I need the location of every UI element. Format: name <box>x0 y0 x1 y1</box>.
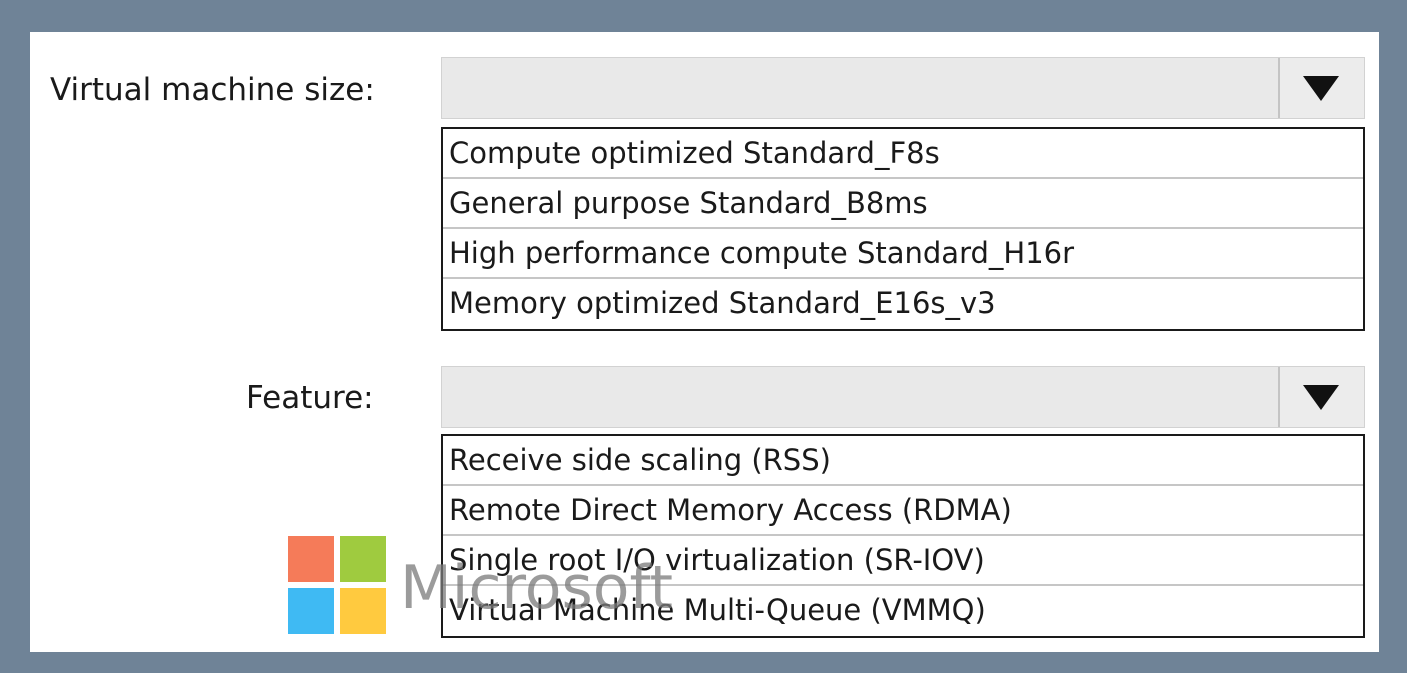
logo-square-red <box>288 536 334 582</box>
chevron-down-icon <box>1303 385 1339 410</box>
logo-square-green <box>340 536 386 582</box>
vm-size-option-high-performance[interactable]: High performance compute Standard_H16r <box>443 229 1363 279</box>
logo-wordmark: Microsoft <box>400 553 674 623</box>
feature-dropdown[interactable] <box>441 366 1365 428</box>
logo-square-blue <box>288 588 334 634</box>
vm-size-option-memory-optimized[interactable]: Memory optimized Standard_E16s_v3 <box>443 279 1363 329</box>
chevron-down-icon <box>1303 76 1339 101</box>
feature-option-rdma[interactable]: Remote Direct Memory Access (RDMA) <box>443 486 1363 536</box>
vm-size-dropdown[interactable] <box>441 57 1365 119</box>
feature-option-rss[interactable]: Receive side scaling (RSS) <box>443 436 1363 486</box>
vm-size-options-list: Compute optimized Standard_F8s General p… <box>441 127 1365 331</box>
vm-size-option-compute-optimized[interactable]: Compute optimized Standard_F8s <box>443 129 1363 179</box>
question-panel: Virtual machine size: Compute optimized … <box>30 32 1379 652</box>
vm-size-dropdown-button[interactable] <box>1278 58 1364 118</box>
vm-size-option-general-purpose[interactable]: General purpose Standard_B8ms <box>443 179 1363 229</box>
logo-square-yellow <box>340 588 386 634</box>
vm-size-label: Virtual machine size: <box>50 72 375 108</box>
feature-dropdown-button[interactable] <box>1278 367 1364 427</box>
feature-label: Feature: <box>246 380 374 416</box>
